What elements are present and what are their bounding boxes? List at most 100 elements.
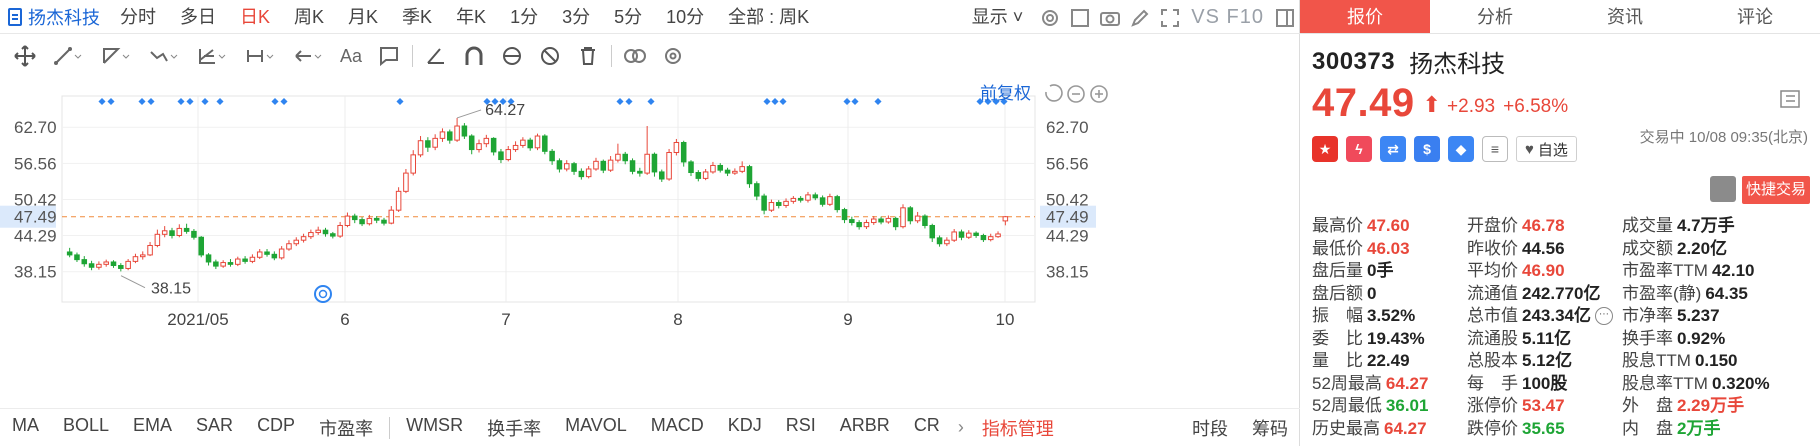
- stat-cell: 涨停价 53.47: [1467, 395, 1622, 418]
- signal-marker: [107, 97, 115, 106]
- fullscreen-icon[interactable]: [1155, 0, 1185, 34]
- wave-icon[interactable]: [140, 36, 188, 76]
- period-tab[interactable]: 多日: [168, 0, 228, 34]
- text-icon[interactable]: Aa: [332, 36, 370, 76]
- trash-icon[interactable]: [569, 36, 607, 76]
- period-tab[interactable]: 周K: [282, 0, 336, 34]
- indicator-item[interactable]: CDP: [245, 415, 307, 441]
- signal-marker: [147, 97, 155, 106]
- period-tab[interactable]: 日K: [228, 0, 282, 34]
- indicator-item[interactable]: RSI: [774, 415, 828, 441]
- lock-icon[interactable]: [493, 36, 531, 76]
- period-tab[interactable]: 分时: [108, 0, 168, 34]
- stat-value: 64.27: [1384, 418, 1427, 438]
- panel-list-icon[interactable]: [1780, 90, 1800, 113]
- quote-tab[interactable]: 报价: [1300, 0, 1430, 33]
- stat-value: 0: [1367, 283, 1377, 303]
- stat-label: 总股本: [1467, 351, 1518, 370]
- arrow-left-icon[interactable]: [284, 36, 332, 76]
- restore-right-label[interactable]: 前复权: [980, 84, 1031, 103]
- stat-label: 52周最高: [1312, 373, 1382, 393]
- indicator-item[interactable]: KDJ: [716, 415, 774, 441]
- vs-f10-button[interactable]: VS F10: [1185, 6, 1270, 29]
- stat-value: 35.65: [1522, 418, 1565, 438]
- add-watchlist-button[interactable]: ♥ 自选: [1516, 136, 1577, 162]
- period-tab[interactable]: 月K: [336, 0, 390, 34]
- period-tab[interactable]: 全部 : 周K: [716, 0, 821, 34]
- candlestick-chart[interactable]: 62.70 62.7056.56 56.5650.42 50.4247.49 47.49…: [0, 80, 1300, 406]
- layout-icon[interactable]: [1065, 0, 1095, 34]
- indicator-manage-button[interactable]: 指标管理: [970, 415, 1066, 441]
- period-tab[interactable]: 3分: [550, 0, 602, 34]
- quote-tab[interactable]: 资讯: [1560, 0, 1690, 33]
- indicator-item[interactable]: 筹码: [1240, 415, 1300, 441]
- period-tab[interactable]: 5分: [602, 0, 654, 34]
- indicator-item[interactable]: 换手率: [475, 415, 553, 441]
- pencil-icon[interactable]: [1125, 0, 1155, 34]
- china-flag-icon[interactable]: ★: [1312, 136, 1338, 162]
- indicator-item[interactable]: ARBR: [828, 415, 902, 441]
- link-icon[interactable]: [616, 36, 654, 76]
- stat-label: 平均价: [1467, 261, 1518, 280]
- indicator-item[interactable]: EMA: [121, 415, 184, 441]
- indicator-item[interactable]: SAR: [184, 415, 245, 441]
- candle-down: [351, 215, 358, 221]
- indicator-item[interactable]: MA: [0, 415, 51, 441]
- gear-icon[interactable]: [654, 36, 692, 76]
- indicator-item[interactable]: MAVOL: [553, 415, 639, 441]
- trend-line-icon[interactable]: [44, 36, 92, 76]
- fib-icon[interactable]: [188, 36, 236, 76]
- candle-up: [863, 222, 870, 228]
- indicator-item[interactable]: CR: [902, 415, 952, 441]
- y-tick-label: 47.49: [14, 208, 57, 227]
- period-tab[interactable]: 1分: [498, 0, 550, 34]
- period-tab[interactable]: 年K: [444, 0, 498, 34]
- tag-icon[interactable]: ◆: [1448, 136, 1474, 162]
- more-icon[interactable]: ⋯: [1595, 307, 1613, 326]
- comment-icon[interactable]: [370, 36, 408, 76]
- period-tab[interactable]: 季K: [390, 0, 444, 34]
- signal-marker: [771, 97, 779, 106]
- indicator-item[interactable]: WMSR: [394, 415, 475, 441]
- stat-cell: 内 盘 2万手: [1622, 418, 1812, 441]
- stat-cell: 跌停价 35.65: [1467, 418, 1622, 441]
- hide-icon[interactable]: [531, 36, 569, 76]
- signal-marker: [843, 97, 851, 106]
- channel-icon[interactable]: [92, 36, 140, 76]
- angle-icon[interactable]: [417, 36, 455, 76]
- shuffle-icon[interactable]: ⇄: [1380, 136, 1406, 162]
- quote-tab[interactable]: 分析: [1430, 0, 1560, 33]
- collapse-panel-icon[interactable]: [1270, 0, 1300, 34]
- candle-down: [856, 222, 862, 228]
- stat-cell: 成交额 2.20亿: [1622, 238, 1812, 261]
- quote-tab[interactable]: 评论: [1690, 0, 1820, 33]
- indicator-item[interactable]: BOLL: [51, 415, 121, 441]
- candle-up: [278, 248, 285, 259]
- dollar-icon[interactable]: $: [1414, 136, 1440, 162]
- camera-icon[interactable]: [1095, 0, 1125, 34]
- period-tab[interactable]: 10分: [654, 0, 716, 34]
- fast-trade-button[interactable]: 快捷交易: [1742, 176, 1810, 204]
- event-marker-icon[interactable]: [314, 285, 332, 303]
- indicator-item[interactable]: 时段: [1180, 415, 1240, 441]
- stat-value: 19.43%: [1367, 328, 1425, 348]
- undo-icon[interactable]: [1045, 84, 1063, 102]
- chevron-right-icon[interactable]: ›: [952, 417, 970, 438]
- indicator-item[interactable]: MACD: [639, 415, 716, 441]
- display-dropdown[interactable]: 显示 ˅: [960, 0, 1036, 34]
- candle-up: [1002, 216, 1009, 222]
- bell-icon[interactable]: [1710, 176, 1736, 202]
- note-icon[interactable]: ≡: [1482, 136, 1508, 162]
- settings-icon[interactable]: [1035, 0, 1065, 34]
- candle-up: [220, 262, 226, 267]
- candle-up: [103, 261, 109, 265]
- candle-down: [227, 262, 234, 265]
- x-tick-label: 6: [340, 310, 349, 329]
- stock-selector[interactable]: 扬杰科技: [0, 0, 108, 34]
- candle-up: [293, 239, 300, 245]
- lightning-icon[interactable]: ϟ: [1346, 136, 1372, 162]
- move-icon[interactable]: [6, 36, 44, 76]
- indicator-item[interactable]: 市盈率: [307, 415, 385, 441]
- magnet-icon[interactable]: [455, 36, 493, 76]
- measure-icon[interactable]: [236, 36, 284, 76]
